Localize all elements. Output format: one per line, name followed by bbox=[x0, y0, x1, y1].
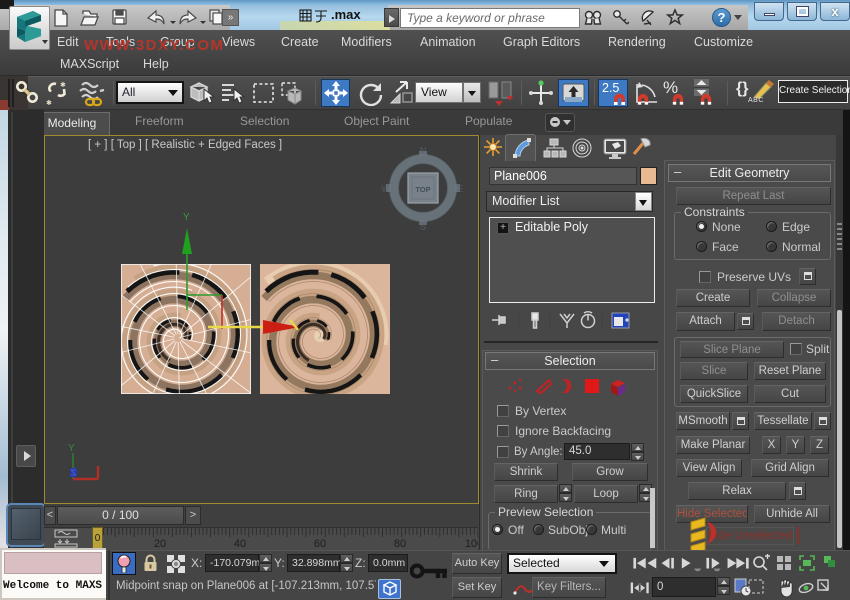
svg-text:✱: ✱ bbox=[46, 99, 52, 107]
svg-text:20: 20 bbox=[154, 538, 166, 550]
svg-text:Y: Y bbox=[68, 443, 75, 454]
svg-text:80: 80 bbox=[394, 538, 406, 550]
svg-text:60: 60 bbox=[314, 538, 326, 550]
svg-text:40: 40 bbox=[234, 538, 246, 550]
svg-text:TOP: TOP bbox=[415, 185, 430, 194]
svg-text:Y: Y bbox=[183, 212, 190, 223]
svg-text:100: 100 bbox=[465, 538, 478, 550]
svg-text:✱: ✱ bbox=[60, 81, 66, 89]
